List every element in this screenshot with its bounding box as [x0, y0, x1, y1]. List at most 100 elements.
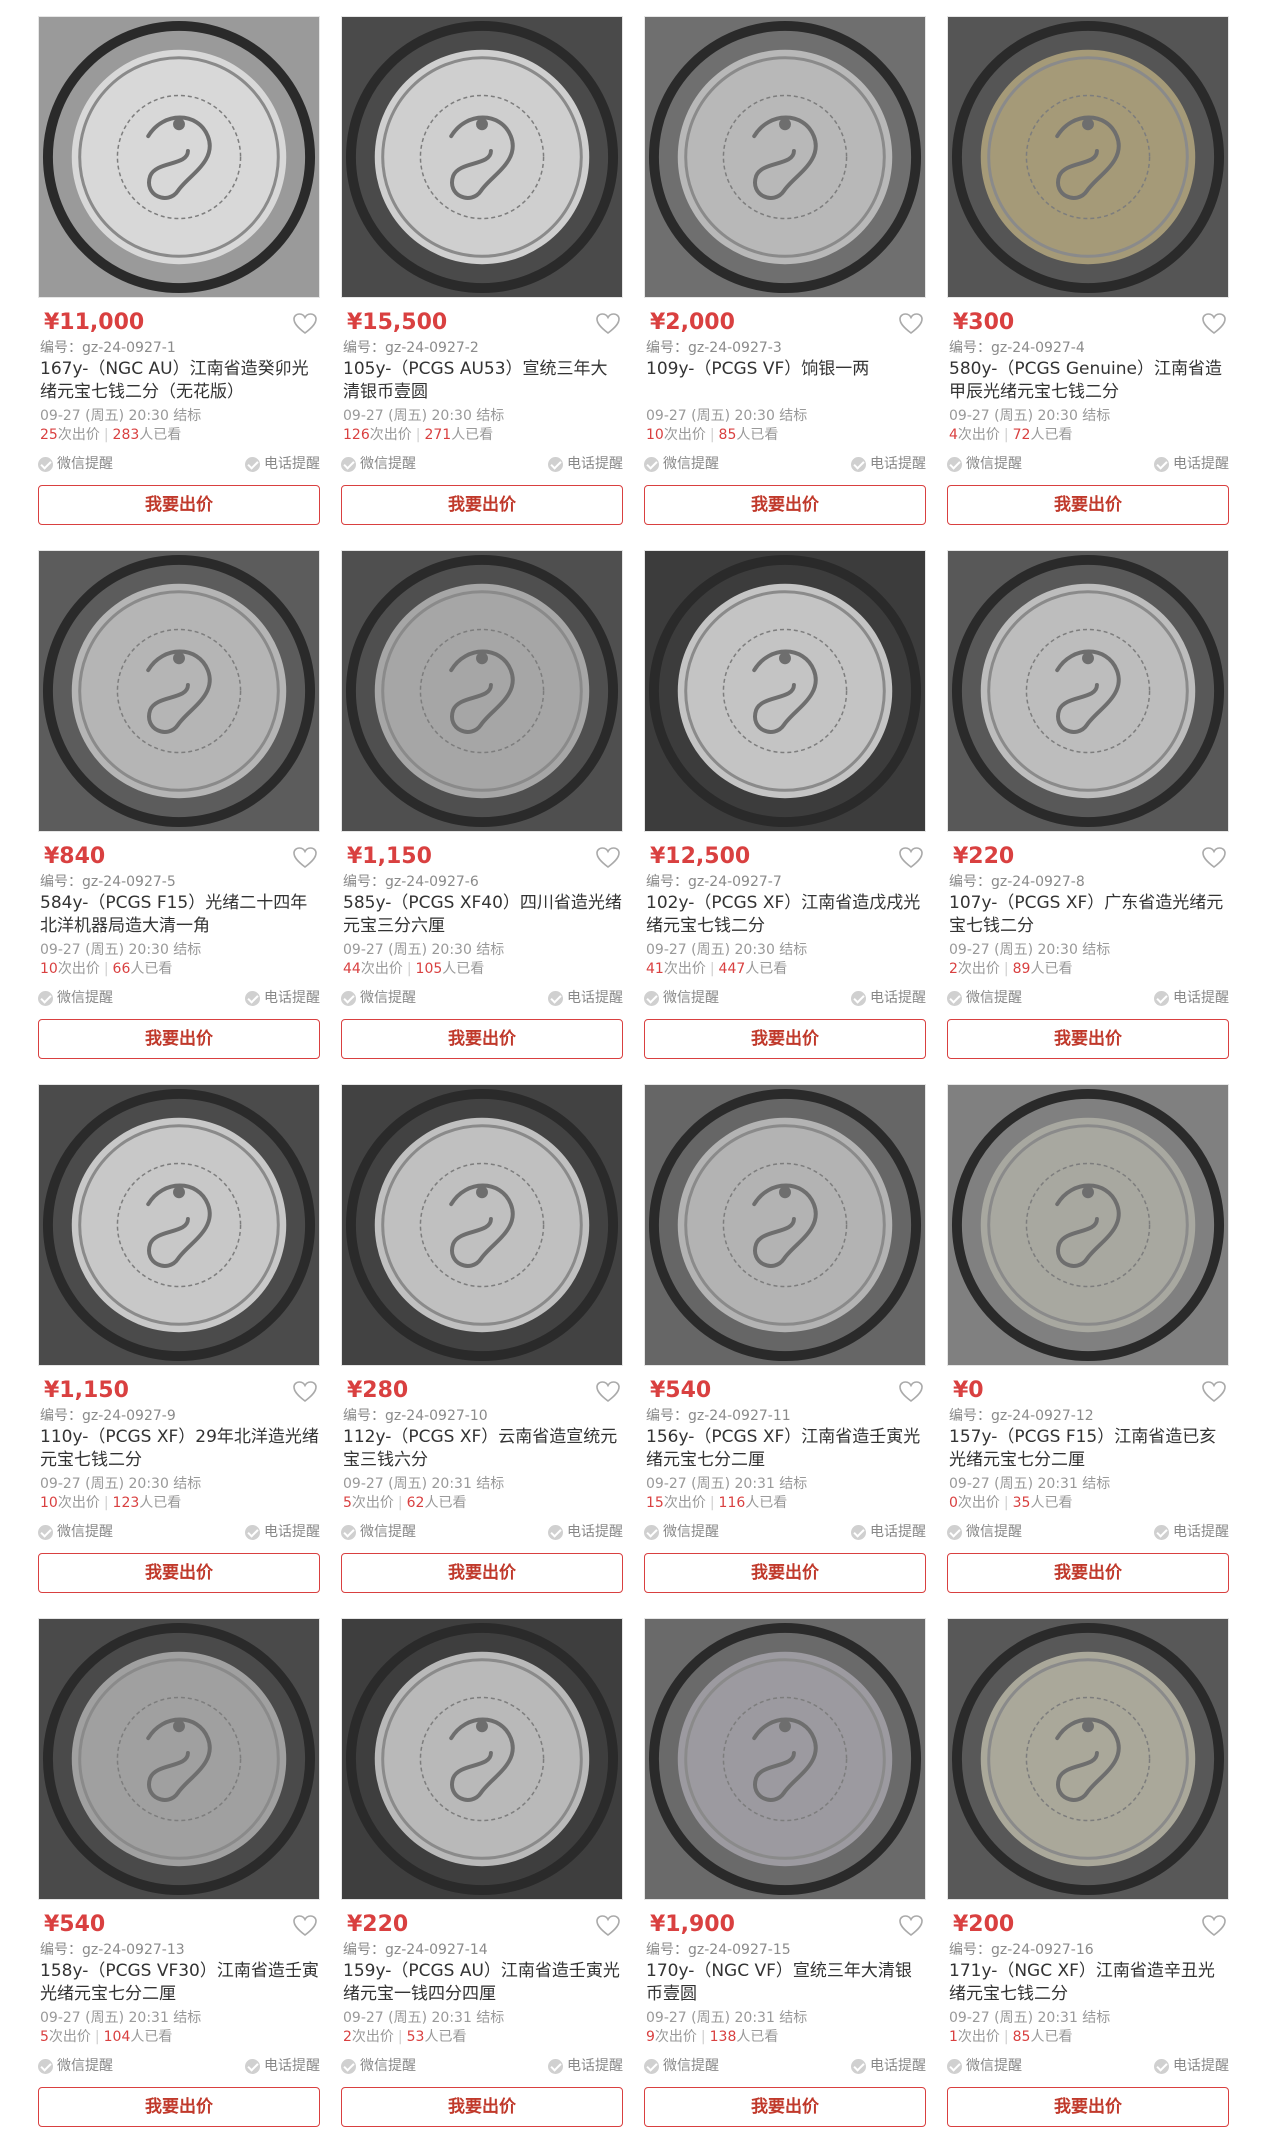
place-bid-button[interactable]: 我要出价 — [644, 2087, 926, 2127]
phone-reminder-toggle[interactable]: 电话提醒 — [245, 453, 320, 475]
coin-photo[interactable] — [644, 1084, 926, 1366]
lot-title[interactable]: 584y-（PCGS F15）光绪二十四年北洋机器局造大清一角 — [38, 892, 320, 938]
phone-reminder-toggle[interactable]: 电话提醒 — [548, 2055, 623, 2077]
lot-title[interactable]: 112y-（PCGS XF）云南省造宣统元宝三钱六分 — [341, 1426, 623, 1472]
favorite-heart-icon[interactable] — [898, 846, 924, 870]
phone-reminder-toggle[interactable]: 电话提醒 — [1154, 1521, 1229, 1543]
wechat-reminder-toggle[interactable]: 微信提醒 — [38, 453, 113, 475]
phone-reminder-toggle[interactable]: 电话提醒 — [245, 1521, 320, 1543]
lot-card[interactable]: ¥540 编号：gz-24-0927-11 156y-（PCGS XF）江南省造… — [644, 1084, 926, 1593]
lot-card[interactable]: ¥280 编号：gz-24-0927-10 112y-（PCGS XF）云南省造… — [341, 1084, 623, 1593]
lot-title[interactable]: 170y-（NGC VF）宣统三年大清银币壹圆 — [644, 1960, 926, 2006]
phone-reminder-toggle[interactable]: 电话提醒 — [548, 987, 623, 1009]
place-bid-button[interactable]: 我要出价 — [38, 2087, 320, 2127]
lot-title[interactable]: 157y-（PCGS F15）江南省造已亥光绪元宝七分二厘 — [947, 1426, 1229, 1472]
favorite-heart-icon[interactable] — [292, 1380, 318, 1404]
coin-photo[interactable] — [38, 1084, 320, 1366]
place-bid-button[interactable]: 我要出价 — [644, 1553, 926, 1593]
place-bid-button[interactable]: 我要出价 — [947, 1019, 1229, 1059]
favorite-heart-icon[interactable] — [898, 312, 924, 336]
place-bid-button[interactable]: 我要出价 — [947, 1553, 1229, 1593]
lot-title[interactable]: 105y-（PCGS AU53）宣统三年大清银币壹圆 — [341, 358, 623, 404]
lot-title[interactable]: 171y-（NGC XF）江南省造辛丑光绪元宝七钱二分 — [947, 1960, 1229, 2006]
lot-title[interactable]: 580y-（PCGS Genuine）江南省造甲辰光绪元宝七钱二分 — [947, 358, 1229, 404]
favorite-heart-icon[interactable] — [898, 1914, 924, 1938]
place-bid-button[interactable]: 我要出价 — [947, 485, 1229, 525]
lot-card[interactable]: ¥15,500 编号：gz-24-0927-2 105y-（PCGS AU53）… — [341, 16, 623, 525]
lot-card[interactable]: ¥12,500 编号：gz-24-0927-7 102y-（PCGS XF）江南… — [644, 550, 926, 1059]
lot-card[interactable]: ¥1,150 编号：gz-24-0927-9 110y-（PCGS XF）29年… — [38, 1084, 320, 1593]
coin-photo[interactable] — [341, 550, 623, 832]
phone-reminder-toggle[interactable]: 电话提醒 — [851, 1521, 926, 1543]
place-bid-button[interactable]: 我要出价 — [38, 485, 320, 525]
phone-reminder-toggle[interactable]: 电话提醒 — [245, 2055, 320, 2077]
wechat-reminder-toggle[interactable]: 微信提醒 — [644, 453, 719, 475]
lot-card[interactable]: ¥220 编号：gz-24-0927-8 107y-（PCGS XF）广东省造光… — [947, 550, 1229, 1059]
lot-title[interactable]: 102y-（PCGS XF）江南省造戊戌光绪元宝七钱二分 — [644, 892, 926, 938]
lot-card[interactable]: ¥1,150 编号：gz-24-0927-6 585y-（PCGS XF40）四… — [341, 550, 623, 1059]
phone-reminder-toggle[interactable]: 电话提醒 — [245, 987, 320, 1009]
wechat-reminder-toggle[interactable]: 微信提醒 — [38, 1521, 113, 1543]
wechat-reminder-toggle[interactable]: 微信提醒 — [341, 987, 416, 1009]
favorite-heart-icon[interactable] — [595, 1380, 621, 1404]
lot-title[interactable]: 585y-（PCGS XF40）四川省造光绪元宝三分六厘 — [341, 892, 623, 938]
favorite-heart-icon[interactable] — [595, 1914, 621, 1938]
favorite-heart-icon[interactable] — [595, 312, 621, 336]
phone-reminder-toggle[interactable]: 电话提醒 — [1154, 987, 1229, 1009]
lot-title[interactable]: 109y-（PCGS VF）饷银一两 — [644, 358, 926, 404]
lot-card[interactable]: ¥540 编号：gz-24-0927-13 158y-（PCGS VF30）江南… — [38, 1618, 320, 2127]
wechat-reminder-toggle[interactable]: 微信提醒 — [644, 1521, 719, 1543]
phone-reminder-toggle[interactable]: 电话提醒 — [851, 987, 926, 1009]
favorite-heart-icon[interactable] — [898, 1380, 924, 1404]
wechat-reminder-toggle[interactable]: 微信提醒 — [38, 987, 113, 1009]
wechat-reminder-toggle[interactable]: 微信提醒 — [947, 1521, 1022, 1543]
wechat-reminder-toggle[interactable]: 微信提醒 — [341, 1521, 416, 1543]
lot-card[interactable]: ¥11,000 编号：gz-24-0927-1 167y-（NGC AU）江南省… — [38, 16, 320, 525]
lot-title[interactable]: 107y-（PCGS XF）广东省造光绪元宝七钱二分 — [947, 892, 1229, 938]
phone-reminder-toggle[interactable]: 电话提醒 — [851, 453, 926, 475]
coin-photo[interactable] — [38, 16, 320, 298]
lot-card[interactable]: ¥200 编号：gz-24-0927-16 171y-（NGC XF）江南省造辛… — [947, 1618, 1229, 2127]
coin-photo[interactable] — [644, 1618, 926, 1900]
lot-title[interactable]: 110y-（PCGS XF）29年北洋造光绪元宝七钱二分 — [38, 1426, 320, 1472]
favorite-heart-icon[interactable] — [595, 846, 621, 870]
coin-photo[interactable] — [341, 1618, 623, 1900]
place-bid-button[interactable]: 我要出价 — [947, 2087, 1229, 2127]
coin-photo[interactable] — [644, 550, 926, 832]
coin-photo[interactable] — [38, 550, 320, 832]
wechat-reminder-toggle[interactable]: 微信提醒 — [341, 453, 416, 475]
favorite-heart-icon[interactable] — [292, 1914, 318, 1938]
place-bid-button[interactable]: 我要出价 — [644, 1019, 926, 1059]
phone-reminder-toggle[interactable]: 电话提醒 — [548, 1521, 623, 1543]
phone-reminder-toggle[interactable]: 电话提醒 — [548, 453, 623, 475]
favorite-heart-icon[interactable] — [292, 846, 318, 870]
lot-card[interactable]: ¥840 编号：gz-24-0927-5 584y-（PCGS F15）光绪二十… — [38, 550, 320, 1059]
lot-card[interactable]: ¥1,900 编号：gz-24-0927-15 170y-（NGC VF）宣统三… — [644, 1618, 926, 2127]
place-bid-button[interactable]: 我要出价 — [38, 1553, 320, 1593]
favorite-heart-icon[interactable] — [1201, 1380, 1227, 1404]
coin-photo[interactable] — [341, 1084, 623, 1366]
phone-reminder-toggle[interactable]: 电话提醒 — [1154, 2055, 1229, 2077]
coin-photo[interactable] — [644, 16, 926, 298]
place-bid-button[interactable]: 我要出价 — [341, 1019, 623, 1059]
lot-title[interactable]: 158y-（PCGS VF30）江南省造壬寅光绪元宝七分二厘 — [38, 1960, 320, 2006]
place-bid-button[interactable]: 我要出价 — [38, 1019, 320, 1059]
wechat-reminder-toggle[interactable]: 微信提醒 — [947, 453, 1022, 475]
lot-title[interactable]: 156y-（PCGS XF）江南省造壬寅光绪元宝七分二厘 — [644, 1426, 926, 1472]
place-bid-button[interactable]: 我要出价 — [644, 485, 926, 525]
place-bid-button[interactable]: 我要出价 — [341, 2087, 623, 2127]
coin-photo[interactable] — [947, 550, 1229, 832]
phone-reminder-toggle[interactable]: 电话提醒 — [1154, 453, 1229, 475]
wechat-reminder-toggle[interactable]: 微信提醒 — [947, 2055, 1022, 2077]
favorite-heart-icon[interactable] — [1201, 1914, 1227, 1938]
lot-card[interactable]: ¥300 编号：gz-24-0927-4 580y-（PCGS Genuine）… — [947, 16, 1229, 525]
wechat-reminder-toggle[interactable]: 微信提醒 — [947, 987, 1022, 1009]
wechat-reminder-toggle[interactable]: 微信提醒 — [38, 2055, 113, 2077]
wechat-reminder-toggle[interactable]: 微信提醒 — [341, 2055, 416, 2077]
lot-card[interactable]: ¥220 编号：gz-24-0927-14 159y-（PCGS AU）江南省造… — [341, 1618, 623, 2127]
coin-photo[interactable] — [341, 16, 623, 298]
coin-photo[interactable] — [947, 16, 1229, 298]
place-bid-button[interactable]: 我要出价 — [341, 485, 623, 525]
phone-reminder-toggle[interactable]: 电话提醒 — [851, 2055, 926, 2077]
lot-title[interactable]: 167y-（NGC AU）江南省造癸卯光绪元宝七钱二分（无花版） — [38, 358, 320, 404]
